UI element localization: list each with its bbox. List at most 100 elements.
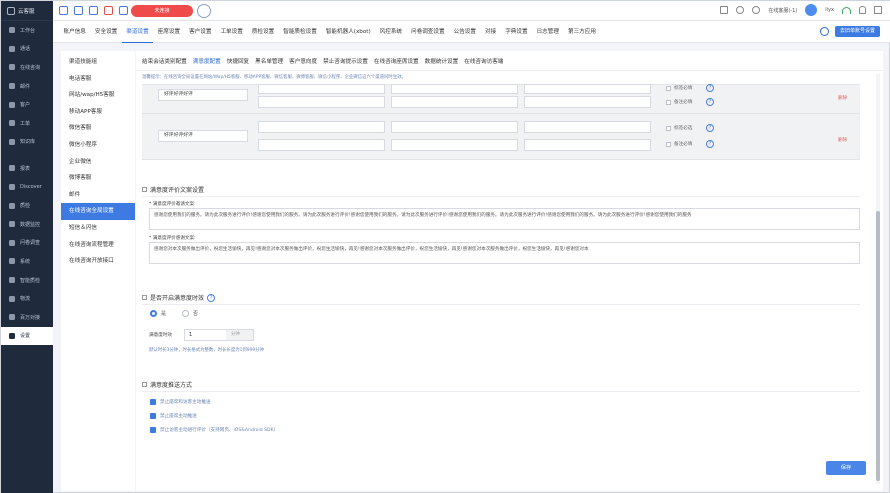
tag-required-checkbox[interactable]: 标签必填 xyxy=(666,85,692,91)
rail-item-integration[interactable]: 百万对接 xyxy=(1,308,53,327)
help-icon[interactable]: ? xyxy=(706,140,714,148)
thanks-textarea[interactable]: 感谢您对本次服务做出评价，祝您生活愉快，再见!感谢您对本次服务做出评价，祝您生活… xyxy=(149,242,860,264)
tab-satisfaction[interactable]: 满意度配置 xyxy=(190,57,224,65)
rail-item-workbench[interactable]: 工作台 xyxy=(1,21,53,40)
invite-textarea[interactable]: 感谢您使用我们的服务。请为此次服务进行评价!感谢您使用我们的服务。请为此次服务进… xyxy=(149,208,860,230)
push-option-checkbox[interactable]: 禁止座席和访客主动推送 xyxy=(150,399,211,405)
sidebar-item-global[interactable]: 在线咨询全局设置 xyxy=(61,203,135,220)
rating-field[interactable] xyxy=(524,96,651,108)
contact-icon[interactable] xyxy=(119,6,128,15)
rail-item-mail[interactable]: 邮件 xyxy=(1,77,53,96)
nav-account[interactable]: 账户信息 xyxy=(59,21,90,43)
tab-end-category[interactable]: 结束会话类别配置 xyxy=(139,57,190,65)
rail-item-customer[interactable]: 客户 xyxy=(1,95,53,114)
tab-blacklist[interactable]: 黑名单管理 xyxy=(252,57,286,65)
sidebar-item-skill-group[interactable]: 渠道技能组 xyxy=(61,54,135,71)
nav-dictionary[interactable]: 字典设置 xyxy=(501,21,532,43)
sidebar-item-miniprogram[interactable]: 微信小程序 xyxy=(61,137,135,154)
rail-item-chat[interactable]: 在线咨询 xyxy=(1,58,53,77)
push-option-checkbox[interactable]: 禁止访客主动进行评价（支持网页、iOS&Android SDK） xyxy=(150,427,278,433)
rail-item-system[interactable]: 系统 xyxy=(1,252,53,271)
rating-field[interactable] xyxy=(258,84,385,94)
rail-item-logistics[interactable]: 物流 xyxy=(1,289,53,308)
nav-ticket[interactable]: 工单设置 xyxy=(216,21,247,43)
nav-customer[interactable]: 客户设置 xyxy=(185,21,216,43)
headset-icon[interactable] xyxy=(752,6,761,14)
help-icon[interactable] xyxy=(736,6,745,14)
rating-field[interactable] xyxy=(391,121,518,133)
nav-risk[interactable]: 风控系统 xyxy=(375,21,406,43)
sidebar-item-web[interactable]: 网站/wap/H5客服 xyxy=(61,87,135,104)
rail-item-settings[interactable]: 设置 xyxy=(1,326,53,346)
nav-channel[interactable]: 渠道设置 xyxy=(121,21,154,43)
rail-item-discover[interactable]: Discover xyxy=(1,178,53,197)
user-name[interactable]: liyx xyxy=(825,7,834,13)
delete-row-button[interactable]: 删除 xyxy=(838,137,847,143)
sidebar-item-email[interactable]: 邮件 xyxy=(61,187,135,204)
nav-smart-qc[interactable]: 智能质检设置 xyxy=(279,21,322,43)
dial-icon[interactable] xyxy=(197,4,211,18)
sidebar-item-app[interactable]: 移动APP客服 xyxy=(61,104,135,121)
rating-field[interactable] xyxy=(391,139,518,151)
rating-field[interactable] xyxy=(391,84,518,94)
agent-status[interactable]: 在线客服(-1) xyxy=(768,7,797,14)
radio-no[interactable]: 否 xyxy=(182,310,198,317)
rail-item-monitor[interactable]: 数据监控 xyxy=(1,215,53,234)
rating-field[interactable] xyxy=(524,139,651,151)
help-icon[interactable]: ? xyxy=(706,84,714,92)
send-icon[interactable] xyxy=(74,6,83,15)
sidebar-item-wechat[interactable]: 微信客服 xyxy=(61,120,135,137)
sidebar-item-weibo[interactable]: 微博客服 xyxy=(61,170,135,187)
nav-notice[interactable]: 公告设置 xyxy=(449,21,480,43)
tab-seat[interactable]: 在线咨询座席设置 xyxy=(371,57,422,65)
nav-survey[interactable]: 问卷调查设置 xyxy=(407,21,450,43)
push-option-checkbox[interactable]: 禁止座席主动推送 xyxy=(150,413,197,419)
nav-security[interactable]: 安全设置 xyxy=(90,21,121,43)
grid-icon[interactable] xyxy=(59,6,68,15)
missed-call-icon[interactable] xyxy=(104,6,113,15)
rail-item-ticket[interactable]: 工单 xyxy=(1,114,53,133)
bell-icon[interactable] xyxy=(859,6,866,14)
avatar[interactable] xyxy=(805,4,818,16)
rating-name-input[interactable]: 好评好评好评 xyxy=(158,130,248,142)
note-required-checkbox[interactable]: 备注必填 xyxy=(666,141,692,147)
tab-intent[interactable]: 客户意向度 xyxy=(286,57,320,65)
help-icon[interactable]: ? xyxy=(706,124,714,132)
sidebar-item-flow[interactable]: 在线咨询流程管理 xyxy=(61,237,135,254)
rating-field[interactable] xyxy=(258,121,385,133)
nav-log[interactable]: 日志管理 xyxy=(532,21,563,43)
rating-field[interactable] xyxy=(524,84,651,94)
rail-item-call[interactable]: 通话 xyxy=(1,40,53,59)
note-required-checkbox[interactable]: 备注必填 xyxy=(666,99,692,105)
tag-required-checkbox[interactable]: 标签必选 xyxy=(666,125,692,131)
rail-item-survey[interactable]: 问卷调查 xyxy=(1,234,53,253)
help-icon[interactable]: ? xyxy=(207,293,216,302)
nav-integration[interactable]: 对接 xyxy=(480,21,500,43)
help-icon[interactable]: ? xyxy=(706,98,714,106)
sidebar-item-wecom[interactable]: 企业微信 xyxy=(61,154,135,171)
nav-seat[interactable]: 座席设置 xyxy=(153,21,184,43)
apps-icon[interactable] xyxy=(874,6,882,14)
sidebar-item-phone[interactable]: 电话客服 xyxy=(61,71,135,88)
scrollbar-thumb[interactable] xyxy=(876,211,880,481)
rating-field[interactable] xyxy=(258,96,385,108)
save-button[interactable]: 保存 xyxy=(826,461,866,475)
connection-status-button[interactable]: 未连接 xyxy=(131,5,193,17)
help-icon[interactable] xyxy=(819,27,829,36)
rail-item-knowledge[interactable]: 知识库 xyxy=(1,133,53,152)
tab-stats[interactable]: 数据统计设置 xyxy=(422,57,462,65)
delete-row-button[interactable]: 删除 xyxy=(838,95,847,101)
rail-item-qc[interactable]: 质检 xyxy=(1,196,53,215)
legacy-settings-button[interactable]: 去旧单账号设置 xyxy=(834,26,880,37)
rating-field[interactable] xyxy=(258,139,385,151)
nav-qc[interactable]: 质检设置 xyxy=(247,21,278,43)
callback-icon[interactable] xyxy=(89,6,98,15)
rail-item-report[interactable]: 报表 xyxy=(1,159,53,178)
rail-item-smart-qc[interactable]: 智能质检 xyxy=(1,271,53,290)
rating-name-input[interactable]: 好评好评好评 xyxy=(158,89,248,101)
tab-forbid-tip[interactable]: 禁止咨询提示设置 xyxy=(320,57,371,65)
sidebar-item-sms[interactable]: 短信＆闪信 xyxy=(61,220,135,237)
rating-field[interactable] xyxy=(524,121,651,133)
rating-field[interactable] xyxy=(391,96,518,108)
sidebar-item-api[interactable]: 在线咨询开放接口 xyxy=(61,253,135,270)
